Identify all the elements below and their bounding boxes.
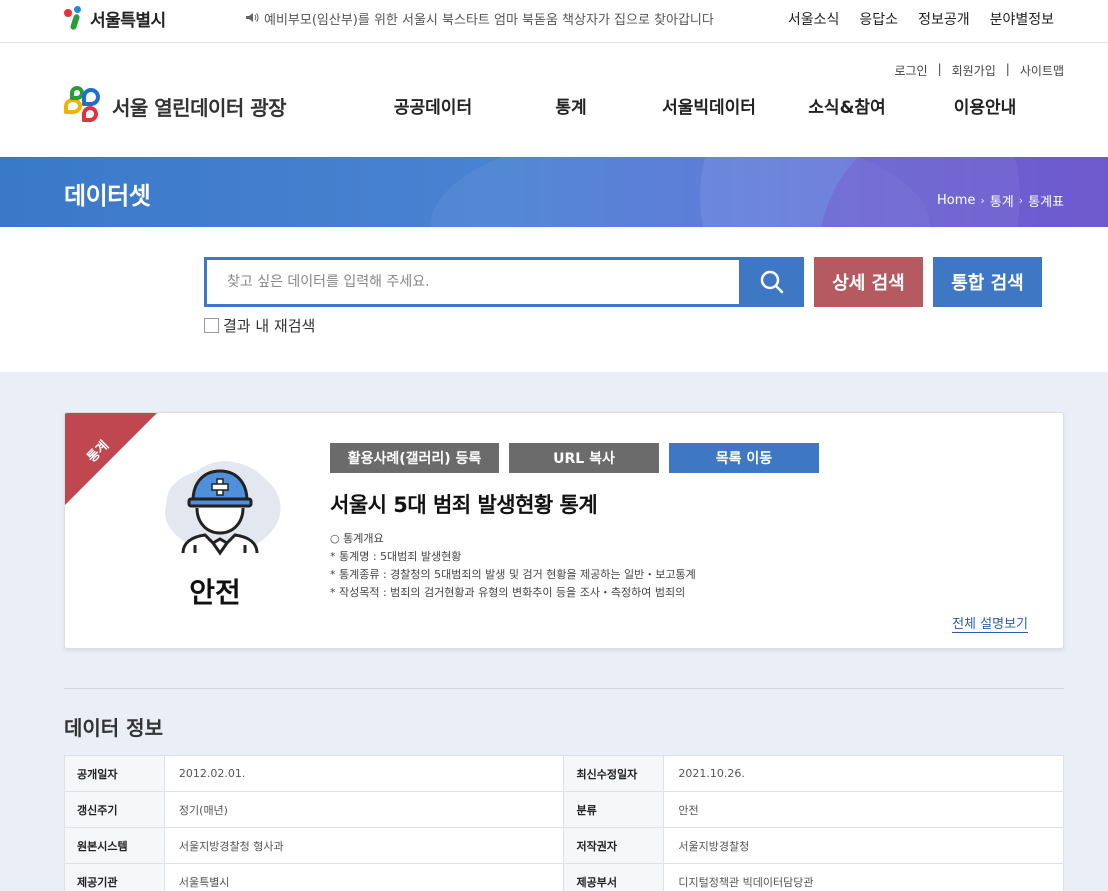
seoul-logo-text: 서울특별시 xyxy=(90,10,166,31)
info-value: 서울특별시 xyxy=(163,863,565,891)
info-key: 갱신주기 xyxy=(64,791,165,828)
data-info-title: 데이터 정보 xyxy=(64,716,163,740)
table-row: 제공기관 서울특별시 제공부서 디지털정책관 빅데이터담당관 xyxy=(64,863,1064,891)
info-value: 디지털정책관 빅데이터담당관 xyxy=(663,863,1064,891)
gallery-register-button[interactable]: 활용사례(갤러리) 등록 xyxy=(330,443,499,473)
top-bar: 서울특별시 예비부모(임산부)를 위한 서울시 북스타트 엄마 북돋움 책상자가… xyxy=(0,0,1108,43)
integrated-search-button[interactable]: 통합 검색 xyxy=(933,257,1042,307)
table-row: 공개일자 2012.02.01. 최신수정일자 2021.10.26. xyxy=(64,755,1064,792)
research-checkbox[interactable] xyxy=(204,318,219,333)
signup-link[interactable]: 회원가입 xyxy=(952,62,996,79)
research-in-results[interactable]: 결과 내 재검색 xyxy=(204,315,315,336)
info-key: 제공기관 xyxy=(64,863,165,891)
info-value: 서울지방경찰청 xyxy=(663,827,1064,864)
page-banner: 데이터셋 Home › 통계 › 통계표 xyxy=(0,157,1108,227)
info-key: 저작권자 xyxy=(563,827,665,864)
back-to-list-button[interactable]: 목록 이동 xyxy=(669,443,819,473)
section-divider xyxy=(64,688,1064,689)
dataset-description: ○ 통계개요 * 통계명 : 5대범죄 발생현황 * 통계종류 : 경찰청의 5… xyxy=(330,530,696,602)
breadcrumb-stat-table[interactable]: 통계표 xyxy=(1028,191,1064,210)
search-input[interactable] xyxy=(207,260,727,304)
info-key: 분류 xyxy=(563,791,665,828)
gnb-public-data[interactable]: 공공데이터 xyxy=(364,93,502,118)
top-nav-news[interactable]: 서울소식 xyxy=(788,9,840,29)
category-label: 안전 xyxy=(189,576,241,609)
gnb-guide[interactable]: 이용안내 xyxy=(916,93,1054,118)
card-actions: 활용사례(갤러리) 등록 URL 복사 목록 이동 xyxy=(330,443,819,473)
copy-url-button[interactable]: URL 복사 xyxy=(509,443,659,473)
research-label: 결과 내 재검색 xyxy=(223,317,316,335)
seoul-city-logo[interactable]: 서울특별시 xyxy=(64,5,166,31)
desc-line: ○ 통계개요 xyxy=(330,532,384,545)
util-separator: | xyxy=(1005,62,1010,76)
info-key: 공개일자 xyxy=(64,755,165,792)
content-area: 통계 안전 활용사례(갤러리) 등록 URL 복사 목록 이동 서울시 5대 범… xyxy=(0,372,1108,891)
gnb-statistics[interactable]: 통계 xyxy=(502,93,640,118)
detail-search-button[interactable]: 상세 검색 xyxy=(814,257,923,307)
breadcrumb-statistics[interactable]: 통계 xyxy=(990,191,1014,210)
top-nav-info-open[interactable]: 정보공개 xyxy=(918,9,970,29)
desc-line: * 통계명 : 5대범죄 발생현황 xyxy=(330,550,462,563)
desc-line: * 통계종류 : 경찰청의 5대범죄의 발생 및 검거 현황을 제공하는 일반・… xyxy=(330,568,696,581)
open-data-logo-icon xyxy=(64,86,106,126)
seoul-logo-icon xyxy=(64,6,86,31)
top-nav: 서울소식 응답소 정보공개 분야별정보 xyxy=(788,9,1054,29)
table-row: 갱신주기 정기(매년) 분류 안전 xyxy=(64,791,1064,828)
login-link[interactable]: 로그인 xyxy=(894,62,927,79)
safety-worker-icon xyxy=(165,461,281,556)
site-header: 로그인 | 회원가입 | 사이트맵 서울 열린데이터 광장 공공데이터 통계 서… xyxy=(0,43,1108,157)
dataset-card: 통계 안전 활용사례(갤러리) 등록 URL 복사 목록 이동 서울시 5대 범… xyxy=(64,412,1064,649)
top-nav-field-info[interactable]: 분야별정보 xyxy=(990,9,1054,29)
chevron-right-icon: › xyxy=(1018,194,1024,207)
main-nav: 공공데이터 통계 서울빅데이터 소식&참여 이용안내 xyxy=(364,93,1054,118)
gnb-news-participation[interactable]: 소식&참여 xyxy=(778,93,916,118)
speaker-icon xyxy=(245,12,259,26)
gnb-seoul-bigdata[interactable]: 서울빅데이터 xyxy=(640,93,778,118)
type-ribbon xyxy=(65,413,157,505)
search-icon xyxy=(760,270,783,294)
info-value: 2021.10.26. xyxy=(663,755,1064,792)
data-info-table: 공개일자 2012.02.01. 최신수정일자 2021.10.26. 갱신주기… xyxy=(64,755,1064,891)
site-brand[interactable]: 서울 열린데이터 광장 xyxy=(64,86,287,126)
chevron-right-icon: › xyxy=(980,194,985,207)
view-full-description-link[interactable]: 전체 설명보기 xyxy=(952,617,1028,633)
search-button[interactable] xyxy=(739,257,804,307)
info-key: 최신수정일자 xyxy=(563,755,665,792)
utility-links: 로그인 | 회원가입 | 사이트맵 xyxy=(894,62,1064,79)
breadcrumb: Home › 통계 › 통계표 xyxy=(937,191,1064,210)
notice-text: 예비부모(임산부)를 위한 서울시 북스타트 엄마 북돋움 책상자가 집으로 찾… xyxy=(264,13,714,28)
info-value: 서울지방경찰청 형사과 xyxy=(163,827,565,864)
info-value: 안전 xyxy=(663,791,1064,828)
table-row: 원본시스템 서울지방경찰청 형사과 저작권자 서울지방경찰청 xyxy=(64,827,1064,864)
dataset-title: 서울시 5대 범죄 발생현황 통계 xyxy=(330,493,598,517)
info-value: 정기(매년) xyxy=(163,791,565,828)
info-key: 원본시스템 xyxy=(64,827,165,864)
info-key: 제공부서 xyxy=(563,863,665,891)
site-name: 서울 열린데이터 광장 xyxy=(112,95,287,120)
breadcrumb-home[interactable]: Home xyxy=(937,193,975,208)
desc-line: * 작성목적 : 범죄의 검거현황과 유형의 변화추이 등을 조사・측정하여 범… xyxy=(330,586,686,599)
page-title: 데이터셋 xyxy=(64,182,151,210)
search-box xyxy=(204,257,804,307)
notice-banner[interactable]: 예비부모(임산부)를 위한 서울시 북스타트 엄마 북돋움 책상자가 집으로 찾… xyxy=(245,9,714,28)
util-separator: | xyxy=(937,62,942,76)
info-value: 2012.02.01. xyxy=(163,755,565,792)
top-nav-response[interactable]: 응답소 xyxy=(859,9,898,29)
sitemap-link[interactable]: 사이트맵 xyxy=(1020,62,1064,79)
search-area: 상세 검색 통합 검색 결과 내 재검색 xyxy=(0,227,1108,372)
